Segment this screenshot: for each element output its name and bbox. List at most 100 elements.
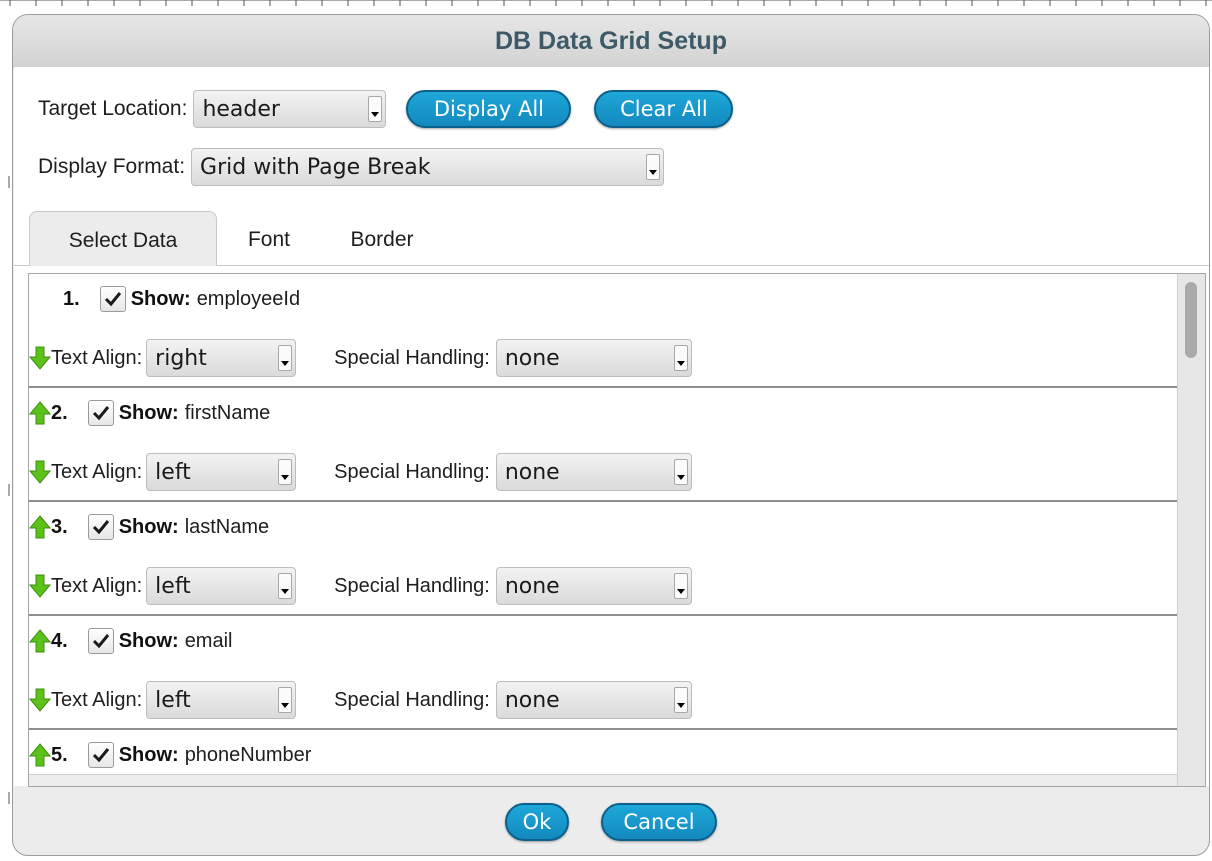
text-align-value: right [155, 345, 207, 371]
clear-all-button[interactable]: Clear All [594, 90, 734, 128]
special-handling-value: none [504, 687, 560, 713]
text-align-label: Text Align: [51, 460, 143, 483]
show-checkbox[interactable] [87, 514, 114, 540]
dropdown-arrow-icon [368, 96, 383, 122]
item-number: 1. [63, 287, 80, 310]
text-align-value: left [155, 459, 191, 485]
show-checkbox[interactable] [99, 286, 126, 312]
item-number: 5. [51, 743, 68, 766]
dropdown-arrow-icon [673, 687, 688, 713]
field-name: email [184, 629, 233, 652]
display-format-select[interactable]: Grid with Page Break [191, 148, 665, 186]
tab-bar: Select Data Font Border [14, 211, 1209, 266]
show-label: Show: [118, 401, 179, 424]
tab-font[interactable]: Font [229, 211, 309, 265]
dialog-title: DB Data Grid Setup [13, 15, 1209, 68]
item-header: 3. Show: lastName [29, 512, 269, 542]
show-label: Show: [130, 287, 191, 310]
tab-border[interactable]: Border [332, 211, 432, 265]
item-number: 4. [51, 629, 68, 652]
text-align-label: Text Align: [51, 346, 143, 369]
item-number: 2. [51, 401, 68, 424]
field-name: employeeId [196, 287, 301, 310]
show-checkbox[interactable] [87, 628, 114, 654]
special-handling-label: Special Handling: [334, 346, 490, 369]
target-location-select[interactable]: header [193, 90, 387, 128]
special-handling-select[interactable]: none [495, 453, 692, 491]
field-name: phoneNumber [184, 743, 312, 766]
item-header: 2. Show: firstName [29, 398, 270, 428]
target-location-label: Target Location: [38, 97, 188, 120]
dropdown-arrow-icon [673, 459, 688, 485]
dialog-body: Target Location: header Display All Clea… [14, 67, 1209, 787]
special-handling-value: none [504, 573, 560, 599]
ruler-top [0, 0, 1212, 6]
special-handling-select[interactable]: none [495, 681, 692, 719]
item-header: 4. Show: email [29, 626, 232, 656]
special-handling-label: Special Handling: [334, 688, 490, 711]
show-label: Show: [118, 743, 179, 766]
field-name: firstName [184, 401, 271, 424]
green-up-arrow-icon[interactable] [29, 743, 51, 767]
dropdown-arrow-icon [278, 345, 293, 371]
dropdown-arrow-icon [278, 459, 293, 485]
checkmark-icon [92, 634, 109, 649]
text-align-label: Text Align: [51, 688, 143, 711]
text-align-select[interactable]: left [146, 567, 297, 605]
green-up-arrow-icon[interactable] [29, 515, 51, 539]
vertical-scrollbar[interactable] [1177, 274, 1205, 786]
cancel-button[interactable]: Cancel [601, 802, 717, 841]
list-item: 1. Show: employeeId Text Align: right Sp… [29, 274, 1177, 388]
show-checkbox[interactable] [87, 742, 114, 768]
item-options: Text Align: left Special Handling: none [29, 452, 692, 492]
text-align-value: left [155, 687, 191, 713]
scrollbar-thumb[interactable] [1185, 282, 1197, 358]
special-handling-label: Special Handling: [334, 460, 490, 483]
green-up-arrow-icon[interactable] [29, 401, 51, 425]
list-item: 3. Show: lastName Text Align: left Speci… [29, 502, 1177, 616]
text-align-select[interactable]: left [146, 681, 297, 719]
show-checkbox[interactable] [87, 400, 114, 426]
text-align-label: Text Align: [51, 574, 143, 597]
dialog-footer: Ok Cancel [13, 786, 1209, 855]
display-format-row: Display Format: Grid with Page Break [38, 147, 665, 187]
list-item: 4. Show: email Text Align: left Special … [29, 616, 1177, 730]
green-down-arrow-icon[interactable] [29, 460, 51, 484]
target-location-row: Target Location: header Display All Clea… [38, 89, 734, 129]
dropdown-arrow-icon [673, 345, 688, 371]
checkmark-icon [92, 520, 109, 535]
item-number: 3. [51, 515, 68, 538]
text-align-value: left [155, 573, 191, 599]
special-handling-select[interactable]: none [495, 567, 692, 605]
checkmark-icon [92, 748, 109, 763]
green-down-arrow-icon[interactable] [29, 688, 51, 712]
dropdown-arrow-icon [278, 573, 293, 599]
special-handling-value: none [504, 345, 560, 371]
dropdown-arrow-icon [646, 154, 661, 180]
special-handling-label: Special Handling: [334, 574, 490, 597]
special-handling-value: none [504, 459, 560, 485]
tab-select-data[interactable]: Select Data [29, 211, 217, 266]
field-name: lastName [184, 515, 270, 538]
display-format-label: Display Format: [38, 155, 186, 178]
green-down-arrow-icon[interactable] [29, 574, 51, 598]
db-data-grid-setup-dialog: DB Data Grid Setup Target Location: head… [12, 14, 1210, 856]
green-down-arrow-icon[interactable] [29, 346, 51, 370]
green-up-arrow-icon[interactable] [29, 629, 51, 653]
text-align-select[interactable]: right [146, 339, 297, 377]
ok-button[interactable]: Ok [505, 802, 569, 841]
item-header: 1. Show: employeeId [29, 284, 300, 314]
dropdown-arrow-icon [278, 687, 293, 713]
display-all-button[interactable]: Display All [406, 90, 572, 128]
select-data-list: 1. Show: employeeId Text Align: right Sp… [28, 273, 1206, 787]
text-align-select[interactable]: left [146, 453, 297, 491]
item-options: Text Align: right Special Handling: none [29, 338, 692, 378]
item-options: Text Align: left Special Handling: none [29, 566, 692, 606]
item-options: Text Align: left Special Handling: none [29, 680, 692, 720]
display-format-value: Grid with Page Break [200, 154, 431, 180]
checkmark-icon [92, 406, 109, 421]
special-handling-select[interactable]: none [495, 339, 692, 377]
list-item: 2. Show: firstName Text Align: left Spec… [29, 388, 1177, 502]
show-label: Show: [118, 629, 179, 652]
item-header: 5. Show: phoneNumber [29, 740, 311, 770]
